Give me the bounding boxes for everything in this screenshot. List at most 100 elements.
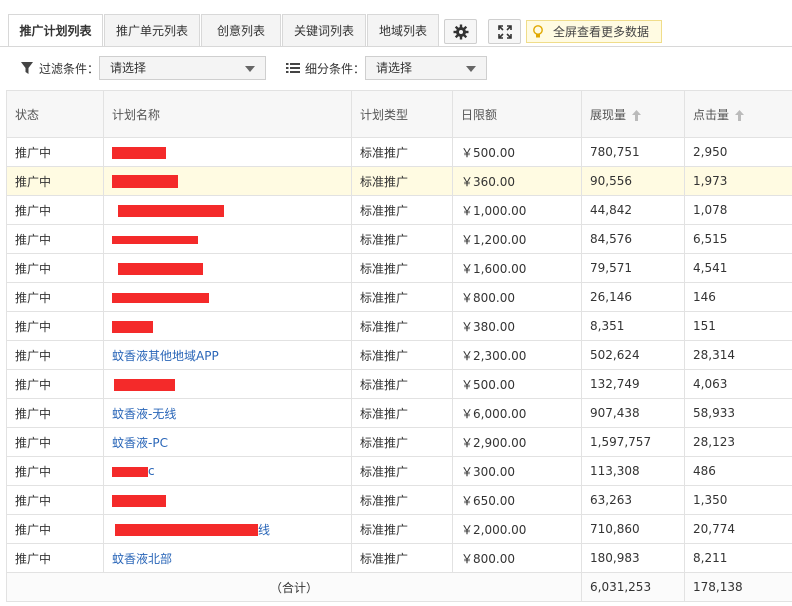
list-icon xyxy=(286,63,300,73)
tab-region-list[interactable]: 地域列表 xyxy=(367,14,439,46)
plan-name-cell[interactable]: 蚊香液-无线 xyxy=(103,398,352,428)
budget-cell: ￥1,200.00 xyxy=(452,224,582,254)
fullscreen-tip[interactable]: 全屏查看更多数据 xyxy=(526,20,662,43)
clicks-cell: 20,774 xyxy=(684,514,792,544)
plan-name-cell[interactable] xyxy=(103,282,352,312)
plan-name-cell[interactable] xyxy=(103,166,352,196)
column-impressions[interactable]: 展现量 xyxy=(581,90,685,138)
table-header-row: 状态 计划名称 计划类型 日限额 展现量 点击量 xyxy=(6,90,792,138)
table-row: 推广中 c 标准推广 ￥300.00 113,308 486 xyxy=(6,456,792,486)
redaction-mark xyxy=(118,204,224,217)
budget-cell: ￥1,000.00 xyxy=(452,195,582,225)
status-cell: 推广中 xyxy=(6,543,104,573)
sort-arrow-icon[interactable] xyxy=(632,109,642,121)
plan-name-link[interactable]: 蚊香液北部 xyxy=(112,552,172,566)
status-cell: 推广中 xyxy=(6,311,104,341)
plan-name-cell[interactable] xyxy=(103,224,352,254)
clicks-cell: 28,123 xyxy=(684,427,792,457)
column-plan-type: 计划类型 xyxy=(351,90,453,138)
plan-type-cell: 标准推广 xyxy=(351,253,453,283)
budget-cell: ￥6,000.00 xyxy=(452,398,582,428)
status-cell: 推广中 xyxy=(6,340,104,370)
plan-name-cell[interactable]: c xyxy=(103,456,352,486)
table-row: 推广中 标准推广 ￥1,600.00 79,571 4,541 xyxy=(6,253,792,283)
plan-name-link[interactable]: 蚊香液其他地域APP xyxy=(112,349,219,363)
plan-name-link[interactable]: 蚊香液-无线 xyxy=(112,407,176,421)
chevron-down-icon xyxy=(245,66,255,72)
plan-name-cell[interactable] xyxy=(103,137,352,167)
plan-type-cell: 标准推广 xyxy=(351,514,453,544)
tab-creative-list[interactable]: 创意列表 xyxy=(201,14,281,46)
status-cell: 推广中 xyxy=(6,427,104,457)
status-cell: 推广中 xyxy=(6,514,104,544)
segment-label-text: 细分条件： xyxy=(305,61,366,76)
plan-name-cell[interactable]: 蚊香液其他地域APP xyxy=(103,340,352,370)
status-cell: 推广中 xyxy=(6,195,104,225)
lightbulb-icon xyxy=(533,24,543,37)
plan-type-cell: 标准推广 xyxy=(351,166,453,196)
redaction-mark xyxy=(115,524,258,536)
plan-name-cell[interactable] xyxy=(103,311,352,341)
impressions-cell: 1,597,757 xyxy=(581,427,685,457)
plan-type-cell: 标准推广 xyxy=(351,369,453,399)
plan-type-cell: 标准推广 xyxy=(351,398,453,428)
plan-type-cell: 标准推广 xyxy=(351,282,453,312)
plan-name-cell[interactable] xyxy=(103,195,352,225)
table-row: 推广中 标准推广 ￥500.00 132,749 4,063 xyxy=(6,369,792,399)
clicks-cell: 151 xyxy=(684,311,792,341)
plan-name-cell[interactable] xyxy=(103,485,352,515)
clicks-cell: 4,063 xyxy=(684,369,792,399)
table-row: 推广中 标准推广 ￥1,000.00 44,842 1,078 xyxy=(6,195,792,225)
filter-label-text: 过滤条件： xyxy=(39,61,100,76)
tab-unit-list[interactable]: 推广单元列表 xyxy=(104,14,200,46)
plan-name-link[interactable]: c xyxy=(148,464,155,478)
budget-cell: ￥650.00 xyxy=(452,485,582,515)
plan-name-cell[interactable]: 蚊香液北部 xyxy=(103,543,352,573)
tab-divider xyxy=(0,46,792,47)
settings-button[interactable] xyxy=(444,19,477,44)
clicks-cell: 1,078 xyxy=(684,195,792,225)
table-row: 推广中 标准推广 ￥800.00 26,146 146 xyxy=(6,282,792,312)
impressions-cell: 84,576 xyxy=(581,224,685,254)
plan-name-cell[interactable]: 蚊香液-PC xyxy=(103,427,352,457)
redaction-mark xyxy=(112,175,178,188)
fullscreen-button[interactable] xyxy=(488,19,521,44)
plan-name-link[interactable]: 蚊香液-PC xyxy=(112,436,168,450)
impressions-cell: 132,749 xyxy=(581,369,685,399)
budget-cell: ￥800.00 xyxy=(452,543,582,573)
plan-name-cell[interactable] xyxy=(103,369,352,399)
redaction-mark xyxy=(112,146,166,159)
clicks-cell: 146 xyxy=(684,282,792,312)
tab-keyword-list[interactable]: 关键词列表 xyxy=(282,14,366,46)
filter-select[interactable]: 请选择 xyxy=(99,56,266,80)
redaction-mark xyxy=(112,292,209,303)
clicks-cell: 28,314 xyxy=(684,340,792,370)
sort-arrow-icon[interactable] xyxy=(735,109,745,121)
clicks-cell: 1,973 xyxy=(684,166,792,196)
column-daily-budget: 日限额 xyxy=(452,90,582,138)
status-cell: 推广中 xyxy=(6,485,104,515)
status-cell: 推广中 xyxy=(6,456,104,486)
status-cell: 推广中 xyxy=(6,224,104,254)
funnel-icon xyxy=(21,62,33,74)
plan-type-cell: 标准推广 xyxy=(351,485,453,515)
column-clicks[interactable]: 点击量 xyxy=(684,90,792,138)
total-clicks: 178,138 xyxy=(684,572,792,602)
total-impressions: 6,031,253 xyxy=(581,572,685,602)
plan-name-link[interactable]: 线 xyxy=(258,523,270,537)
budget-cell: ￥500.00 xyxy=(452,369,582,399)
plan-type-cell: 标准推广 xyxy=(351,311,453,341)
tab-plan-list[interactable]: 推广计划列表 xyxy=(8,14,103,47)
impressions-cell: 180,983 xyxy=(581,543,685,573)
segment-select[interactable]: 请选择 xyxy=(365,56,487,80)
status-cell: 推广中 xyxy=(6,369,104,399)
budget-cell: ￥360.00 xyxy=(452,166,582,196)
plan-name-cell[interactable] xyxy=(103,253,352,283)
column-status: 状态 xyxy=(6,90,104,138)
plan-name-cell[interactable]: 线 xyxy=(103,514,352,544)
clicks-cell: 4,541 xyxy=(684,253,792,283)
budget-cell: ￥2,300.00 xyxy=(452,340,582,370)
status-cell: 推广中 xyxy=(6,166,104,196)
redaction-mark xyxy=(112,235,198,244)
plan-type-cell: 标准推广 xyxy=(351,195,453,225)
